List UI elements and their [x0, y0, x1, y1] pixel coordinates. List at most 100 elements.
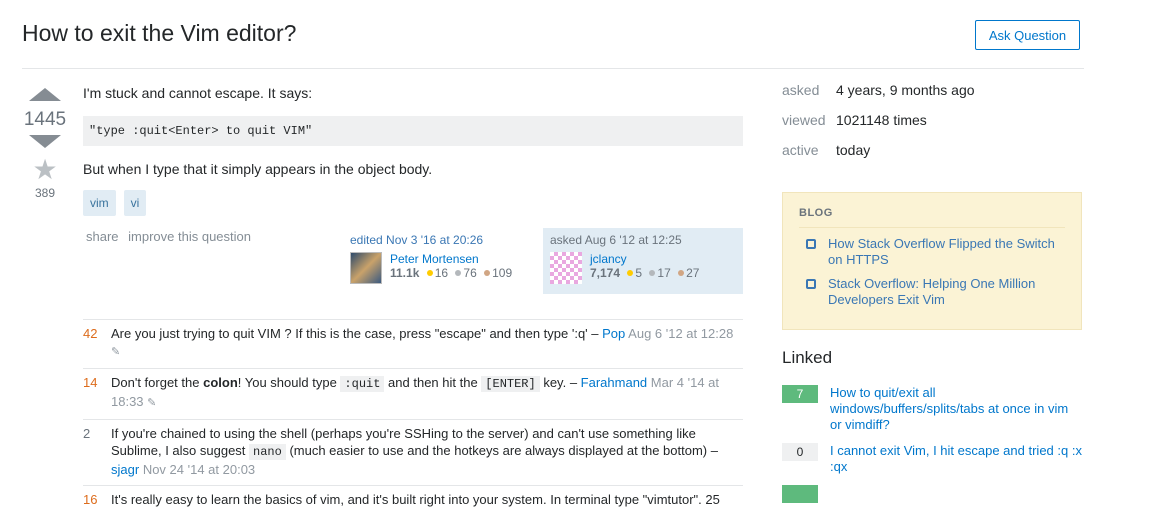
edit-pencil-icon: ✎: [147, 397, 157, 409]
header-divider: [22, 68, 1084, 69]
vote-count: 1445: [23, 109, 67, 130]
bronze-badge-icon: [678, 270, 685, 276]
stat-asked: asked 4 years, 9 months ago: [782, 82, 975, 100]
asked-date: asked Aug 6 '12 at 12:25: [550, 233, 682, 247]
comment-score: 16: [83, 492, 98, 507]
comment-user-link[interactable]: sjagr: [111, 462, 139, 477]
gold-badge-icon: [627, 270, 634, 276]
stat-label: viewed: [782, 112, 826, 128]
comment-score: 14: [83, 375, 98, 390]
asker-signature: asked Aug 6 '12 at 12:25 jclancy 7,174 5…: [543, 228, 743, 294]
improve-question-link[interactable]: improve this question: [128, 229, 251, 244]
comment-date[interactable]: Aug 6 '12 at 12:28: [628, 326, 733, 341]
comment-bold-text: colon: [203, 375, 238, 390]
linked-title: Linked: [782, 348, 833, 367]
downvote-arrow-icon[interactable]: [29, 135, 61, 148]
comment: 42 Are you just trying to quit VIM ? If …: [83, 319, 743, 368]
linked-question-link[interactable]: How to quit/exit all windows/buffers/spl…: [830, 385, 1082, 433]
asker-user: jclancy 7,174 5 17 27: [550, 252, 736, 284]
reputation: 11.1k 16 76 109: [390, 266, 512, 280]
stat-value: 4 years, 9 months ago: [836, 82, 975, 98]
gold-count: 5: [635, 266, 643, 280]
linked-answer-count[interactable]: 0: [782, 443, 818, 461]
linked-list: 7 How to quit/exit all windows/buffers/s…: [782, 385, 1082, 513]
reputation-score: 11.1k: [390, 266, 420, 280]
comment-text: ! You should type: [237, 375, 341, 390]
comment-date[interactable]: Nov 24 '14 at 20:03: [143, 462, 255, 477]
gold-count: 16: [434, 266, 449, 280]
linked-item: 0 I cannot exit Vim, I hit escape and tr…: [782, 443, 1082, 475]
comment-body: Don't forget the colon! You should type …: [111, 374, 743, 412]
editor-name-link[interactable]: Peter Mortensen: [390, 252, 512, 266]
tag-vi[interactable]: vi: [123, 190, 147, 216]
question-title[interactable]: How to exit the Vim editor?: [22, 20, 296, 47]
blog-link[interactable]: How Stack Overflow Flipped the Switch on…: [828, 236, 1065, 268]
inline-code: [ENTER]: [481, 376, 540, 392]
linked-question-link[interactable]: I cannot exit Vim, I hit escape and trie…: [830, 443, 1082, 475]
question-text-after: But when I type that it simply appears i…: [83, 161, 433, 177]
editor-user: Peter Mortensen 11.1k 16 76 109: [350, 252, 532, 284]
comment-user-link[interactable]: Pop: [602, 326, 625, 341]
linked-answer-count[interactable]: 7: [782, 385, 818, 403]
inline-code: nano: [249, 444, 286, 460]
stat-value[interactable]: today: [836, 142, 870, 160]
comment-score: 2: [83, 426, 91, 441]
bronze-count: 27: [686, 266, 700, 280]
bronze-count: 109: [492, 266, 513, 280]
edit-signature: edited Nov 3 '16 at 20:26 Peter Mortense…: [346, 228, 536, 294]
comment-text: Are you just trying to quit VIM ? If thi…: [111, 326, 603, 341]
edited-date-link[interactable]: edited Nov 3 '16 at 20:26: [350, 233, 532, 247]
comment-user-link[interactable]: Farahmand: [581, 375, 647, 390]
favorite-star-icon[interactable]: ★: [22, 156, 68, 184]
reputation: 7,174 5 17 27: [590, 266, 699, 280]
blog-link[interactable]: Stack Overflow: Helping One Million Deve…: [828, 276, 1065, 308]
blog-header: BLOG: [799, 207, 1065, 228]
asker-name-link[interactable]: jclancy: [590, 252, 699, 266]
vote-cell: 1445 ★ 389: [22, 84, 68, 200]
linked-answer-count[interactable]: [782, 485, 818, 503]
avatar[interactable]: [550, 252, 582, 284]
comment-text: (much easier to use and the hotkeys are …: [285, 443, 718, 458]
post-menu: share improve this question: [86, 229, 257, 244]
stat-viewed: viewed 1021148 times: [782, 112, 975, 130]
question-text-intro: I'm stuck and cannot escape. It says:: [83, 85, 313, 101]
code-block: "type :quit<Enter> to quit VIM": [83, 116, 743, 146]
avatar[interactable]: [350, 252, 382, 284]
tag-list: vim vi: [83, 190, 743, 216]
comment-text: and then hit the: [384, 375, 482, 390]
question-body: I'm stuck and cannot escape. It says: "t…: [83, 84, 743, 216]
comment-list: 42 Are you just trying to quit VIM ? If …: [83, 319, 743, 515]
reputation-score: 7,174: [590, 266, 621, 280]
tag-vim[interactable]: vim: [83, 190, 116, 216]
comment-score: 42: [83, 326, 98, 341]
silver-badge-icon: [649, 270, 656, 276]
blog-post-icon: [806, 279, 816, 289]
blog-post-icon: [806, 239, 816, 249]
comment: 14 Don't forget the colon! You should ty…: [83, 368, 743, 419]
stat-active: active today: [782, 142, 975, 160]
favorite-count: 389: [34, 186, 56, 200]
comment: 16 It's really easy to learn the basics …: [83, 485, 743, 515]
edit-pencil-icon: ✎: [111, 346, 121, 358]
inline-code: :quit: [340, 376, 385, 392]
comment-text: key. –: [539, 375, 581, 390]
bronze-badge-icon: [484, 270, 491, 276]
blog-item: How Stack Overflow Flipped the Switch on…: [799, 236, 1065, 268]
gold-badge-icon: [426, 270, 433, 276]
question-stats: asked 4 years, 9 months ago viewed 10211…: [782, 82, 975, 172]
stat-label: active: [782, 142, 819, 158]
upvote-arrow-icon[interactable]: [29, 88, 61, 101]
blog-widget: BLOG How Stack Overflow Flipped the Swit…: [782, 192, 1082, 330]
comment-text: Don't forget the: [111, 375, 204, 390]
comment-body: Are you just trying to quit VIM ? If thi…: [111, 325, 743, 361]
comment-body: If you're chained to using the shell (pe…: [111, 425, 743, 478]
stat-value: 1021148 times: [836, 112, 927, 128]
silver-badge-icon: [455, 270, 462, 276]
comment: 2 If you're chained to using the shell (…: [83, 419, 743, 485]
ask-question-button[interactable]: Ask Question: [975, 20, 1080, 50]
blog-item: Stack Overflow: Helping One Million Deve…: [799, 276, 1065, 308]
share-link[interactable]: share: [86, 229, 119, 244]
silver-count: 17: [657, 266, 671, 280]
linked-item: 7 How to quit/exit all windows/buffers/s…: [782, 385, 1082, 433]
stat-label: asked: [782, 82, 820, 98]
